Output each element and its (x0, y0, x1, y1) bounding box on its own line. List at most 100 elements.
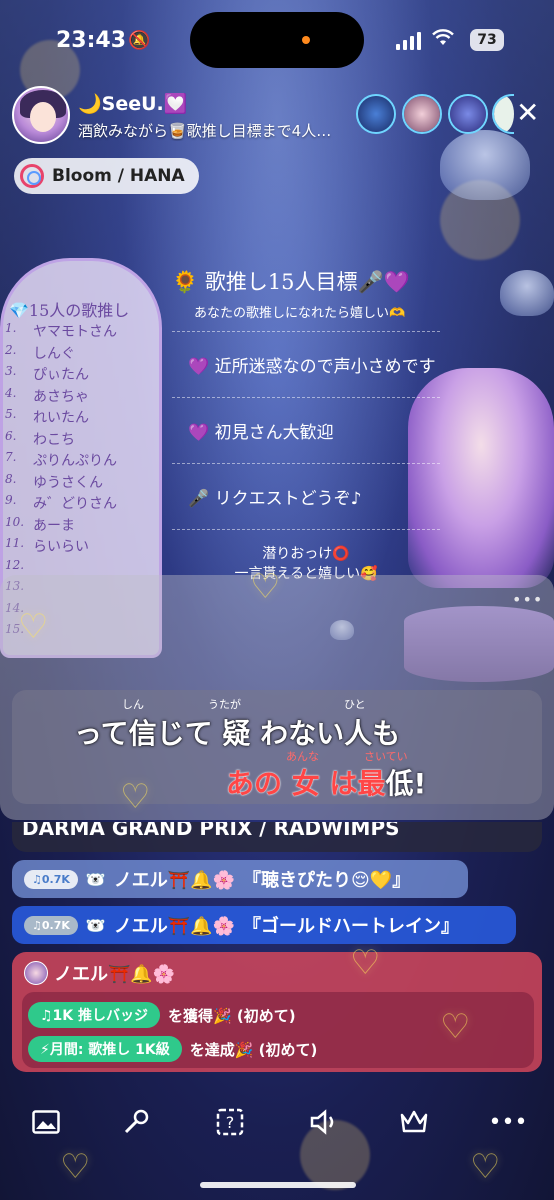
achievement-header: ノエル⛩️🔔🌸 (24, 960, 175, 986)
heart-decoration: ♡ (440, 1007, 471, 1047)
achievement-pill: ♫1K 推しバッジ (28, 1002, 161, 1028)
rules-subtitle: あなたの歌推しになれたら嬉しい🫶 (194, 306, 406, 321)
supporter-name: らいらい (33, 539, 89, 555)
supporter-name: わこち (33, 431, 75, 448)
wifi-icon (432, 28, 454, 52)
divider (172, 331, 440, 332)
speaker-icon[interactable] (306, 1104, 342, 1140)
image-icon[interactable] (28, 1104, 64, 1140)
jellyfish-decoration (440, 130, 530, 200)
supporter-rank: 2. (5, 342, 17, 357)
request-user: ノエル⛩️🔔🌸 (113, 870, 236, 891)
listen-badge: ♫0.7K (24, 869, 78, 889)
supporter-name: あさちゃ (33, 388, 89, 405)
rules-title: 🌻 歌推し15人目標🎤💜 (172, 270, 410, 294)
home-indicator[interactable] (200, 1182, 356, 1188)
viewer-avatar[interactable] (492, 94, 514, 134)
signal-icon (396, 32, 421, 50)
supporter-list-item: 8. ゆうさくん (5, 472, 117, 494)
heart-decoration: ♡ (18, 607, 49, 647)
streamer-name[interactable]: 🌙SeeU.💟 (78, 92, 187, 115)
streamer-avatar[interactable] (12, 86, 70, 144)
mic-icon[interactable] (118, 1104, 154, 1140)
supporter-name: み゛どりさん (33, 496, 117, 512)
now-playing-title: DARMA GRAND PRIX / RADWIMPS (22, 822, 400, 840)
dynamic-island (190, 12, 364, 68)
viewer-avatar[interactable] (356, 94, 396, 134)
supporter-list-item: 3. ぴぃたん (5, 364, 117, 386)
achievement-text: を獲得🎉 (初めて) (168, 1006, 296, 1025)
supporter-list-item: 9. み゛どりさん (5, 493, 117, 515)
supporter-rank: 3. (5, 364, 17, 378)
supporter-rank: 6. (5, 428, 17, 443)
lyric-line-1: って信じて 疑 わない人も (74, 717, 401, 750)
crown-icon[interactable] (396, 1104, 432, 1140)
heart-decoration: ♡ (470, 1147, 501, 1187)
status-time: 23:43 (56, 28, 127, 53)
heart-decoration: ♡ (120, 777, 151, 817)
supporter-name: ヤマモトさん (33, 324, 117, 340)
lyric-rest: 低! (385, 767, 427, 800)
bottom-toolbar: ? ••• (0, 1100, 554, 1144)
request-user: ノエル⛩️🔔🌸 (113, 916, 236, 937)
supporter-rank: 4. (5, 385, 17, 400)
bear-icon: 🐻‍❄️ (85, 869, 106, 889)
achievement-user: ノエル⛩️🔔🌸 (54, 964, 176, 985)
heart-decoration: ♡ (60, 1147, 91, 1187)
supporter-rank: 7. (5, 450, 17, 464)
divider (172, 463, 440, 464)
song-request-item[interactable]: ♫0.7K 🐻‍❄️ ノエル⛩️🔔🌸 『聴きぴたり😌💛』 (12, 860, 468, 898)
lyric-highlight: あの 女 は最 (226, 767, 386, 800)
achievement-item: ♫1K 推しバッジ を獲得🎉 (初めて) (28, 1002, 296, 1028)
battery-indicator: 73 (470, 29, 504, 51)
jellyfish-decoration (500, 270, 554, 316)
supporter-name: ゆうさくん (33, 474, 103, 491)
song-request-item[interactable]: ♫0.7K 🐻‍❄️ ノエル⛩️🔔🌸 『ゴールドハートレイン』 (12, 906, 516, 944)
supporter-name: あーま (33, 517, 75, 534)
more-icon[interactable]: ••• (489, 1104, 528, 1140)
viewer-avatar[interactable] (448, 94, 488, 134)
viewer-avatar[interactable] (402, 94, 442, 134)
supporter-rank: 9. (5, 493, 17, 507)
divider (172, 397, 440, 398)
supporter-list-item: 11. らいらい (5, 536, 117, 558)
status-bar: 23:43 🔕 73 (0, 0, 554, 80)
now-playing-bar[interactable]: DARMA GRAND PRIX / RADWIMPS (12, 822, 542, 852)
supporter-name: しんぐ (33, 345, 75, 362)
supporter-rank: 8. (5, 471, 17, 486)
lyric-line-2: あの 女 は最低! (226, 762, 426, 802)
close-icon[interactable]: ✕ (516, 99, 539, 127)
supporter-list-item: 10. あーま (5, 515, 117, 537)
heart-decoration: ♡ (350, 943, 381, 983)
user-avatar (24, 961, 48, 985)
supporter-rank: 5. (5, 407, 17, 421)
rule-line: 💜 近所迷惑なので声小さめです (188, 357, 436, 377)
supporter-list-item: 6. わこち (5, 429, 117, 451)
supporter-list-title: 💎15人の歌推し (9, 301, 130, 320)
recording-indicator (302, 36, 310, 44)
request-song: 『ゴールドハートレイン』 (243, 916, 460, 937)
stream-rules: 🌻 歌推し15人目標🎤💜 あなたの歌推しになれたら嬉しい🫶 💜 近所迷惑なので声… (172, 266, 440, 584)
rule-line: 🎤 リクエストどうぞ♪ (188, 489, 362, 509)
supporter-rank: 11. (5, 536, 25, 550)
divider (172, 529, 440, 530)
lyric-ruby: しん (122, 698, 144, 711)
ranking-chip[interactable]: Bloom / HANA (14, 158, 199, 194)
bloom-icon (20, 164, 44, 188)
achievement-pill: ⚡月間: 歌推し 1K級 (28, 1036, 182, 1062)
request-song: 『聴きぴたり😌💛』 (243, 870, 411, 891)
supporter-list-item: 7. ぷりんぷりん (5, 450, 117, 472)
question-icon[interactable]: ? (212, 1104, 248, 1140)
ranking-chip-label: Bloom / HANA (52, 166, 185, 186)
supporter-name: ぷりんぷりん (33, 453, 117, 469)
supporter-rank: 10. (5, 514, 25, 529)
lyric-ruby: ひと (344, 698, 366, 711)
supporter-list-item: 5. れいたん (5, 407, 117, 429)
supporter-name: ぴぃたん (33, 367, 89, 383)
listen-badge: ♫0.7K (24, 915, 78, 935)
supporter-list-item: 2. しんぐ (5, 343, 117, 365)
supporter-name: れいたん (33, 410, 89, 426)
supporter-list-item: 1. ヤマモトさん (5, 321, 117, 343)
achievement-item: ⚡月間: 歌推し 1K級 を達成🎉 (初めて) (28, 1036, 317, 1062)
supporter-list-item: 4. あさちゃ (5, 386, 117, 408)
